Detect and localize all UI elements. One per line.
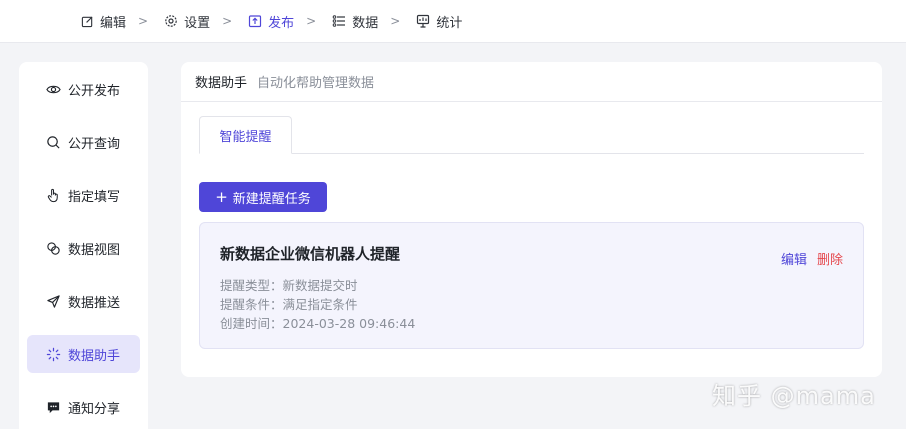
watermark: 知乎 @mama	[712, 382, 876, 410]
nav-step-data[interactable]: 数据 >	[332, 12, 416, 31]
stats-icon	[416, 14, 430, 28]
new-reminder-label: 新建提醒任务	[232, 191, 311, 207]
reminder-type-label: 提醒类型：	[220, 278, 283, 293]
nav-step-label: 设置	[184, 15, 211, 31]
publish-icon	[248, 14, 262, 28]
page-title: 数据助手	[195, 76, 248, 91]
nav-step-publish[interactable]: 发布 >	[248, 12, 332, 31]
sidebar-item-data-view[interactable]: 数据视图	[27, 229, 140, 267]
reminder-created-label: 创建时间：	[220, 316, 283, 331]
sidebar-item-label: 指定填写	[68, 189, 121, 205]
reminder-title: 新数据企业微信机器人提醒	[220, 245, 401, 263]
sidebar-item-data-push[interactable]: 数据推送	[27, 282, 140, 320]
reminder-actions: 编辑 删除	[781, 249, 843, 268]
search-icon	[45, 134, 61, 150]
message-icon	[45, 399, 61, 415]
sidebar-item-label: 通知分享	[68, 401, 121, 417]
tab-bar: 智能提醒	[199, 116, 864, 154]
sidebar-item-label: 数据视图	[68, 242, 121, 258]
sidebar-item-label: 公开查询	[68, 136, 121, 152]
reminder-type-value: 新数据提交时	[282, 278, 358, 293]
page-subtitle: 自动化帮助管理数据	[257, 76, 375, 91]
nav-step-stats[interactable]: 统计	[416, 12, 462, 31]
sidebar-item-label: 数据推送	[68, 295, 121, 311]
plus-icon: +	[215, 187, 228, 206]
edit-reminder-button[interactable]: 编辑	[781, 249, 807, 268]
eye-icon	[45, 81, 61, 97]
sidebar-item-label: 公开发布	[68, 83, 121, 99]
nav-step-settings[interactable]: 设置 >	[164, 12, 248, 31]
reminder-card: 新数据企业微信机器人提醒 提醒类型：新数据提交时 提醒条件：满足指定条件 创建时…	[199, 222, 864, 349]
edit-icon	[80, 14, 94, 28]
nav-step-label: 统计	[436, 15, 463, 31]
sidebar-item-public-query[interactable]: 公开查询	[27, 123, 140, 161]
delete-reminder-button[interactable]: 删除	[817, 249, 843, 268]
chevron-right-icon: >	[222, 14, 233, 28]
data-icon	[332, 14, 346, 28]
sidebar: 公开发布 公开查询 指定填写 数据视图 数据推送 数据助手 通知分享	[19, 62, 148, 429]
view-icon	[45, 240, 61, 256]
gear-icon	[164, 14, 178, 28]
reminder-created-value: 2024-03-28 09:46:44	[282, 316, 416, 331]
sidebar-item-label: 数据助手	[68, 348, 121, 364]
nav-step-label: 编辑	[100, 15, 127, 31]
tab-smart-reminder[interactable]: 智能提醒	[199, 116, 292, 154]
reminder-condition: 提醒条件：满足指定条件	[220, 294, 358, 313]
chevron-right-icon: >	[138, 14, 149, 28]
reminder-condition-label: 提醒条件：	[220, 297, 283, 312]
reminder-type: 提醒类型：新数据提交时	[220, 275, 358, 294]
nav-step-label: 数据	[352, 15, 379, 31]
new-reminder-button[interactable]: + 新建提醒任务	[199, 182, 327, 212]
nav-step-label: 发布	[268, 15, 295, 31]
sidebar-item-notify-share[interactable]: 通知分享	[27, 388, 140, 426]
reminder-created-time: 创建时间：2024-03-28 09:46:44	[220, 313, 415, 332]
top-nav: 编辑 > 设置 > 发布 > 数据 > 统计	[0, 0, 906, 43]
nav-step-edit[interactable]: 编辑 >	[80, 12, 164, 31]
chevron-right-icon: >	[390, 14, 401, 28]
sidebar-item-assigned-fill[interactable]: 指定填写	[27, 176, 140, 214]
sidebar-item-public-publish[interactable]: 公开发布	[27, 70, 140, 108]
hand-pointer-icon	[45, 187, 61, 203]
chevron-right-icon: >	[306, 14, 317, 28]
sparkle-icon	[45, 346, 61, 362]
main-panel: 数据助手 自动化帮助管理数据 智能提醒 + 新建提醒任务 新数据企业微信机器人提…	[181, 62, 882, 377]
panel-header: 数据助手 自动化帮助管理数据	[181, 62, 882, 102]
reminder-condition-value: 满足指定条件	[282, 297, 358, 312]
send-icon	[45, 293, 61, 309]
sidebar-item-data-assistant[interactable]: 数据助手	[27, 335, 140, 373]
